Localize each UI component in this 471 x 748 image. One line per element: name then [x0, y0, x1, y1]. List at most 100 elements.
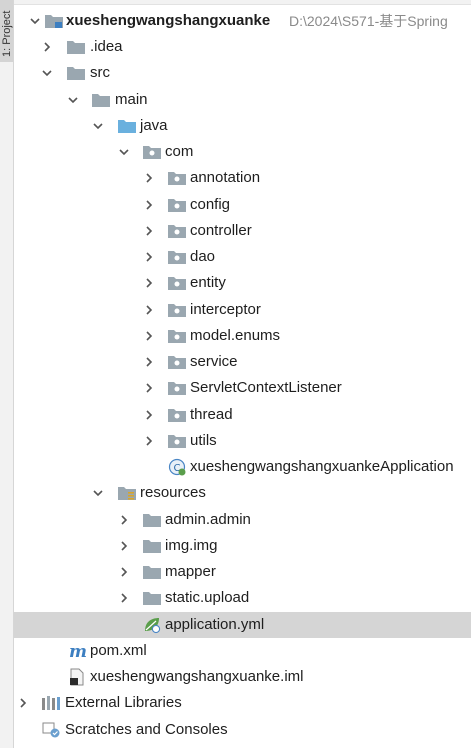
tree-row-external-libraries[interactable]: External Libraries [14, 690, 471, 716]
tree-row-main[interactable]: main [14, 87, 471, 113]
file-label: xueshengwangshangxuanke.iml [90, 668, 304, 685]
spring-boot-class-icon: C [167, 458, 187, 476]
chevron-right-icon[interactable] [142, 375, 156, 401]
tree-row-src[interactable]: src [14, 60, 471, 86]
package-icon [167, 353, 187, 371]
tree-row-application-yml[interactable]: application.yml [14, 612, 471, 638]
tree-row-package[interactable]: controller [14, 218, 471, 244]
chevron-right-icon[interactable] [117, 585, 131, 611]
tree-row-package[interactable]: model.enums [14, 323, 471, 349]
project-tool-window-strip: 1: Project [0, 0, 14, 748]
chevron-down-icon[interactable] [117, 139, 131, 165]
tree-row-iml[interactable]: xueshengwangshangxuanke.iml [14, 664, 471, 690]
tree-row-package[interactable]: annotation [14, 165, 471, 191]
chevron-down-icon[interactable] [66, 87, 80, 113]
tree-row-resource-folder[interactable]: mapper [14, 559, 471, 585]
chevron-right-icon[interactable] [16, 690, 30, 716]
folder-icon [142, 537, 162, 555]
package-label: utils [190, 432, 217, 449]
tree-row-resource-folder[interactable]: admin.admin [14, 507, 471, 533]
package-label: dao [190, 248, 216, 265]
tree-row-idea[interactable]: .idea [14, 34, 471, 60]
chevron-right-icon[interactable] [142, 165, 156, 191]
package-icon [167, 274, 187, 292]
tree-row-resource-folder[interactable]: img.img [14, 533, 471, 559]
tree-row-package[interactable]: interceptor [14, 297, 471, 323]
chevron-right-icon[interactable] [117, 507, 131, 533]
chevron-right-icon[interactable] [142, 428, 156, 454]
chevron-right-icon[interactable] [142, 297, 156, 323]
chevron-right-icon[interactable] [142, 244, 156, 270]
tree-row-package[interactable]: utils [14, 428, 471, 454]
folder-label: java [140, 117, 168, 134]
tree-row-package[interactable]: config [14, 192, 471, 218]
folder-label: admin.admin [165, 511, 251, 528]
svg-text:m: m [69, 642, 87, 660]
package-label: entity [190, 274, 226, 291]
folder-label: .idea [90, 38, 123, 55]
package-icon [167, 432, 187, 450]
node-label: Scratches and Consoles [65, 721, 228, 738]
chevron-right-icon[interactable] [117, 559, 131, 585]
tree-row-resources[interactable]: resources [14, 480, 471, 506]
chevron-down-icon[interactable] [40, 60, 54, 86]
folder-label: main [115, 91, 148, 108]
module-file-icon [67, 668, 87, 686]
package-label: com [165, 143, 194, 160]
package-icon [167, 248, 187, 266]
project-tool-tab-label: 1: Project [1, 10, 13, 57]
package-icon [167, 406, 187, 424]
tree-row-resource-folder[interactable]: static.upload [14, 585, 471, 611]
chevron-right-icon[interactable] [142, 349, 156, 375]
class-label: xueshengwangshangxuankeApplication [190, 458, 454, 475]
project-name: xueshengwangshangxuanke [66, 12, 271, 29]
file-label: pom.xml [90, 642, 147, 659]
file-label: application.yml [165, 616, 265, 633]
folder-label: src [90, 64, 110, 81]
folder-icon [142, 589, 162, 607]
chevron-right-icon[interactable] [142, 402, 156, 428]
package-icon [167, 379, 187, 397]
tree-row-java[interactable]: java [14, 113, 471, 139]
tree-row-package[interactable]: entity [14, 270, 471, 296]
chevron-right-icon[interactable] [40, 34, 54, 60]
folder-label: resources [140, 484, 206, 501]
tree-row-scratches[interactable]: Scratches and Consoles [14, 717, 471, 743]
spring-config-icon [142, 616, 162, 634]
package-icon [167, 301, 187, 319]
chevron-down-icon[interactable] [91, 113, 105, 139]
package-label: ServletContextListener [190, 379, 342, 396]
scratches-icon [41, 721, 61, 739]
project-tool-tab[interactable]: 1: Project [0, 0, 13, 62]
tree-row-com[interactable]: com [14, 139, 471, 165]
package-label: controller [190, 222, 252, 239]
tree-row-project-root[interactable]: xueshengwangshangxuanke D:\2024\S571-基于S… [14, 8, 471, 34]
tree-row-package[interactable]: ServletContextListener [14, 375, 471, 401]
source-folder-icon [117, 117, 137, 135]
tree-row-package[interactable]: dao [14, 244, 471, 270]
chevron-right-icon[interactable] [117, 533, 131, 559]
package-label: service [190, 353, 238, 370]
chevron-right-icon[interactable] [142, 270, 156, 296]
package-icon [167, 222, 187, 240]
package-label: thread [190, 406, 233, 423]
project-path: D:\2024\S571-基于Spring [289, 13, 448, 29]
tree-row-package[interactable]: service [14, 349, 471, 375]
folder-icon [142, 563, 162, 581]
tree-row-pom[interactable]: m pom.xml [14, 638, 471, 664]
module-folder-icon [44, 12, 64, 30]
chevron-down-icon[interactable] [28, 8, 42, 34]
chevron-right-icon[interactable] [142, 218, 156, 244]
package-label: config [190, 196, 231, 213]
package-icon [167, 327, 187, 345]
folder-label: img.img [165, 537, 218, 554]
chevron-right-icon[interactable] [142, 192, 156, 218]
maven-icon: m [67, 642, 87, 662]
tree-row-package[interactable]: thread [14, 402, 471, 428]
folder-label: static.upload [165, 589, 250, 606]
chevron-down-icon[interactable] [91, 480, 105, 506]
chevron-right-icon[interactable] [142, 323, 156, 349]
tree-row-application-class[interactable]: C xueshengwangshangxuankeApplication [14, 454, 471, 480]
folder-label: mapper [165, 563, 216, 580]
package-icon [142, 143, 162, 161]
